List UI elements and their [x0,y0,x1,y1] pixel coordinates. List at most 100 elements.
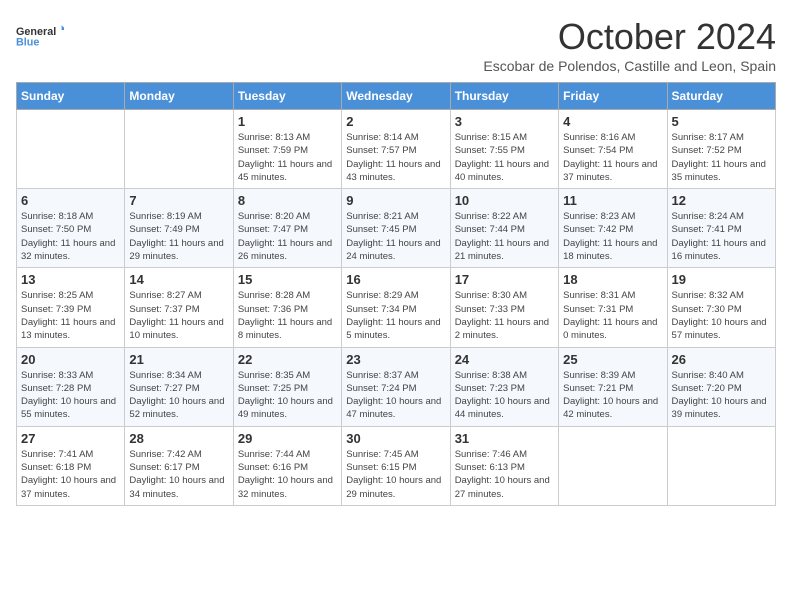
day-number: 8 [238,193,337,208]
day-number: 5 [672,114,771,129]
day-info: Sunrise: 8:40 AMSunset: 7:20 PMDaylight:… [672,369,771,422]
day-info: Sunrise: 7:44 AMSunset: 6:16 PMDaylight:… [238,448,337,501]
calendar-cell: 5 Sunrise: 8:17 AMSunset: 7:52 PMDayligh… [667,110,775,189]
day-number: 17 [455,272,554,287]
calendar-cell: 20 Sunrise: 8:33 AMSunset: 7:28 PMDaylig… [17,347,125,426]
calendar-week-row: 1 Sunrise: 8:13 AMSunset: 7:59 PMDayligh… [17,110,776,189]
day-number: 13 [21,272,120,287]
calendar-cell: 11 Sunrise: 8:23 AMSunset: 7:42 PMDaylig… [559,189,667,268]
calendar-cell: 27 Sunrise: 7:41 AMSunset: 6:18 PMDaylig… [17,426,125,505]
day-number: 14 [129,272,228,287]
calendar-cell: 30 Sunrise: 7:45 AMSunset: 6:15 PMDaylig… [342,426,450,505]
day-number: 20 [21,352,120,367]
calendar-cell: 1 Sunrise: 8:13 AMSunset: 7:59 PMDayligh… [233,110,341,189]
day-info: Sunrise: 8:28 AMSunset: 7:36 PMDaylight:… [238,289,337,342]
day-info: Sunrise: 8:19 AMSunset: 7:49 PMDaylight:… [129,210,228,263]
day-number: 4 [563,114,662,129]
day-info: Sunrise: 8:13 AMSunset: 7:59 PMDaylight:… [238,131,337,184]
calendar-cell: 16 Sunrise: 8:29 AMSunset: 7:34 PMDaylig… [342,268,450,347]
calendar-cell: 18 Sunrise: 8:31 AMSunset: 7:31 PMDaylig… [559,268,667,347]
calendar-cell: 26 Sunrise: 8:40 AMSunset: 7:20 PMDaylig… [667,347,775,426]
svg-text:Blue: Blue [16,37,39,49]
logo-svg: General Blue [16,16,64,56]
day-number: 3 [455,114,554,129]
calendar-table: SundayMondayTuesdayWednesdayThursdayFrid… [16,82,776,506]
day-info: Sunrise: 8:31 AMSunset: 7:31 PMDaylight:… [563,289,662,342]
calendar-cell: 29 Sunrise: 7:44 AMSunset: 6:16 PMDaylig… [233,426,341,505]
day-number: 28 [129,431,228,446]
day-info: Sunrise: 8:18 AMSunset: 7:50 PMDaylight:… [21,210,120,263]
day-number: 25 [563,352,662,367]
calendar-cell [17,110,125,189]
calendar-cell: 4 Sunrise: 8:16 AMSunset: 7:54 PMDayligh… [559,110,667,189]
calendar-cell: 25 Sunrise: 8:39 AMSunset: 7:21 PMDaylig… [559,347,667,426]
day-number: 30 [346,431,445,446]
day-number: 12 [672,193,771,208]
day-info: Sunrise: 8:37 AMSunset: 7:24 PMDaylight:… [346,369,445,422]
calendar-cell: 24 Sunrise: 8:38 AMSunset: 7:23 PMDaylig… [450,347,558,426]
location-subtitle: Escobar de Polendos, Castille and Leon, … [483,58,776,74]
day-info: Sunrise: 8:24 AMSunset: 7:41 PMDaylight:… [672,210,771,263]
col-header-saturday: Saturday [667,83,775,110]
calendar-cell [125,110,233,189]
day-info: Sunrise: 8:22 AMSunset: 7:44 PMDaylight:… [455,210,554,263]
svg-text:General: General [16,26,56,38]
day-info: Sunrise: 8:14 AMSunset: 7:57 PMDaylight:… [346,131,445,184]
day-info: Sunrise: 7:42 AMSunset: 6:17 PMDaylight:… [129,448,228,501]
calendar-cell: 2 Sunrise: 8:14 AMSunset: 7:57 PMDayligh… [342,110,450,189]
calendar-cell: 13 Sunrise: 8:25 AMSunset: 7:39 PMDaylig… [17,268,125,347]
day-number: 22 [238,352,337,367]
calendar-cell: 23 Sunrise: 8:37 AMSunset: 7:24 PMDaylig… [342,347,450,426]
day-number: 24 [455,352,554,367]
calendar-week-row: 27 Sunrise: 7:41 AMSunset: 6:18 PMDaylig… [17,426,776,505]
calendar-cell: 6 Sunrise: 8:18 AMSunset: 7:50 PMDayligh… [17,189,125,268]
col-header-sunday: Sunday [17,83,125,110]
calendar-cell: 19 Sunrise: 8:32 AMSunset: 7:30 PMDaylig… [667,268,775,347]
day-number: 26 [672,352,771,367]
day-info: Sunrise: 8:30 AMSunset: 7:33 PMDaylight:… [455,289,554,342]
day-info: Sunrise: 8:21 AMSunset: 7:45 PMDaylight:… [346,210,445,263]
title-block: October 2024 Escobar de Polendos, Castil… [483,16,776,74]
calendar-week-row: 13 Sunrise: 8:25 AMSunset: 7:39 PMDaylig… [17,268,776,347]
day-info: Sunrise: 8:39 AMSunset: 7:21 PMDaylight:… [563,369,662,422]
day-info: Sunrise: 8:16 AMSunset: 7:54 PMDaylight:… [563,131,662,184]
day-info: Sunrise: 8:15 AMSunset: 7:55 PMDaylight:… [455,131,554,184]
page-header: General Blue October 2024 Escobar de Pol… [16,16,776,74]
calendar-cell: 10 Sunrise: 8:22 AMSunset: 7:44 PMDaylig… [450,189,558,268]
calendar-cell: 21 Sunrise: 8:34 AMSunset: 7:27 PMDaylig… [125,347,233,426]
day-number: 15 [238,272,337,287]
day-number: 2 [346,114,445,129]
calendar-cell: 15 Sunrise: 8:28 AMSunset: 7:36 PMDaylig… [233,268,341,347]
day-info: Sunrise: 8:20 AMSunset: 7:47 PMDaylight:… [238,210,337,263]
day-info: Sunrise: 8:33 AMSunset: 7:28 PMDaylight:… [21,369,120,422]
day-info: Sunrise: 8:38 AMSunset: 7:23 PMDaylight:… [455,369,554,422]
day-info: Sunrise: 8:34 AMSunset: 7:27 PMDaylight:… [129,369,228,422]
day-info: Sunrise: 8:17 AMSunset: 7:52 PMDaylight:… [672,131,771,184]
day-number: 21 [129,352,228,367]
calendar-cell: 8 Sunrise: 8:20 AMSunset: 7:47 PMDayligh… [233,189,341,268]
day-number: 31 [455,431,554,446]
calendar-cell [559,426,667,505]
day-number: 11 [563,193,662,208]
day-info: Sunrise: 8:25 AMSunset: 7:39 PMDaylight:… [21,289,120,342]
month-title: October 2024 [483,16,776,58]
day-number: 16 [346,272,445,287]
calendar-week-row: 6 Sunrise: 8:18 AMSunset: 7:50 PMDayligh… [17,189,776,268]
day-number: 18 [563,272,662,287]
day-info: Sunrise: 7:46 AMSunset: 6:13 PMDaylight:… [455,448,554,501]
day-info: Sunrise: 7:41 AMSunset: 6:18 PMDaylight:… [21,448,120,501]
calendar-cell: 12 Sunrise: 8:24 AMSunset: 7:41 PMDaylig… [667,189,775,268]
day-number: 29 [238,431,337,446]
col-header-tuesday: Tuesday [233,83,341,110]
day-info: Sunrise: 8:27 AMSunset: 7:37 PMDaylight:… [129,289,228,342]
day-info: Sunrise: 7:45 AMSunset: 6:15 PMDaylight:… [346,448,445,501]
day-number: 10 [455,193,554,208]
day-info: Sunrise: 8:35 AMSunset: 7:25 PMDaylight:… [238,369,337,422]
calendar-cell: 14 Sunrise: 8:27 AMSunset: 7:37 PMDaylig… [125,268,233,347]
day-number: 1 [238,114,337,129]
day-number: 6 [21,193,120,208]
calendar-cell: 31 Sunrise: 7:46 AMSunset: 6:13 PMDaylig… [450,426,558,505]
calendar-cell: 7 Sunrise: 8:19 AMSunset: 7:49 PMDayligh… [125,189,233,268]
col-header-monday: Monday [125,83,233,110]
calendar-cell: 3 Sunrise: 8:15 AMSunset: 7:55 PMDayligh… [450,110,558,189]
